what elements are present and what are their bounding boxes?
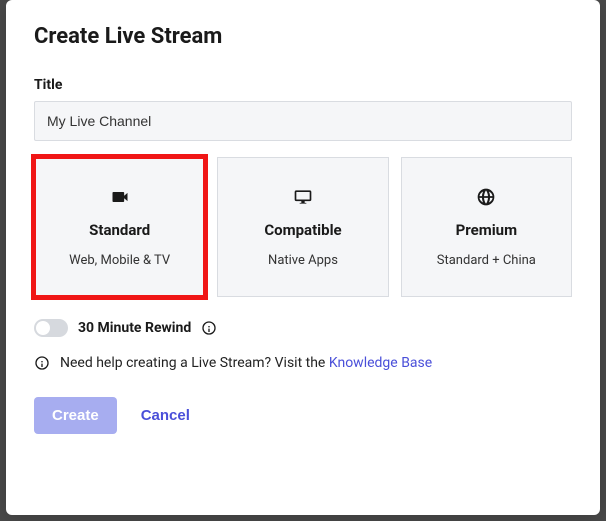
monitor-icon xyxy=(293,187,313,207)
option-sub: Standard + China xyxy=(437,253,536,268)
option-compatible[interactable]: Compatible Native Apps xyxy=(217,157,388,297)
title-label: Title xyxy=(34,77,572,93)
help-prefix: Need help creating a Live Stream? Visit … xyxy=(60,355,329,371)
create-button[interactable]: Create xyxy=(34,397,117,434)
option-sub: Native Apps xyxy=(268,253,338,268)
help-text: Need help creating a Live Stream? Visit … xyxy=(60,355,432,371)
option-label: Compatible xyxy=(264,221,341,239)
option-label: Premium xyxy=(456,221,517,239)
rewind-toggle-label: 30 Minute Rewind xyxy=(78,320,191,336)
dialog-title: Create Live Stream xyxy=(34,24,572,49)
cancel-button[interactable]: Cancel xyxy=(141,407,190,424)
info-icon xyxy=(34,355,50,371)
rewind-toggle[interactable] xyxy=(34,319,68,337)
info-icon[interactable] xyxy=(201,320,217,336)
option-premium[interactable]: Premium Standard + China xyxy=(401,157,572,297)
dialog-actions: Create Cancel xyxy=(34,397,572,434)
rewind-toggle-row: 30 Minute Rewind xyxy=(34,319,572,337)
option-standard[interactable]: Standard Web, Mobile & TV xyxy=(34,157,205,297)
option-label: Standard xyxy=(89,221,150,239)
option-sub: Web, Mobile & TV xyxy=(69,253,170,268)
video-camera-icon xyxy=(110,187,130,207)
knowledge-base-link[interactable]: Knowledge Base xyxy=(329,355,432,371)
create-live-stream-dialog: Create Live Stream Title Standard Web, M… xyxy=(6,0,600,515)
title-input[interactable] xyxy=(34,101,572,141)
stream-type-options: Standard Web, Mobile & TV Compatible Nat… xyxy=(34,157,572,297)
help-row: Need help creating a Live Stream? Visit … xyxy=(34,355,572,371)
globe-icon xyxy=(476,187,496,207)
